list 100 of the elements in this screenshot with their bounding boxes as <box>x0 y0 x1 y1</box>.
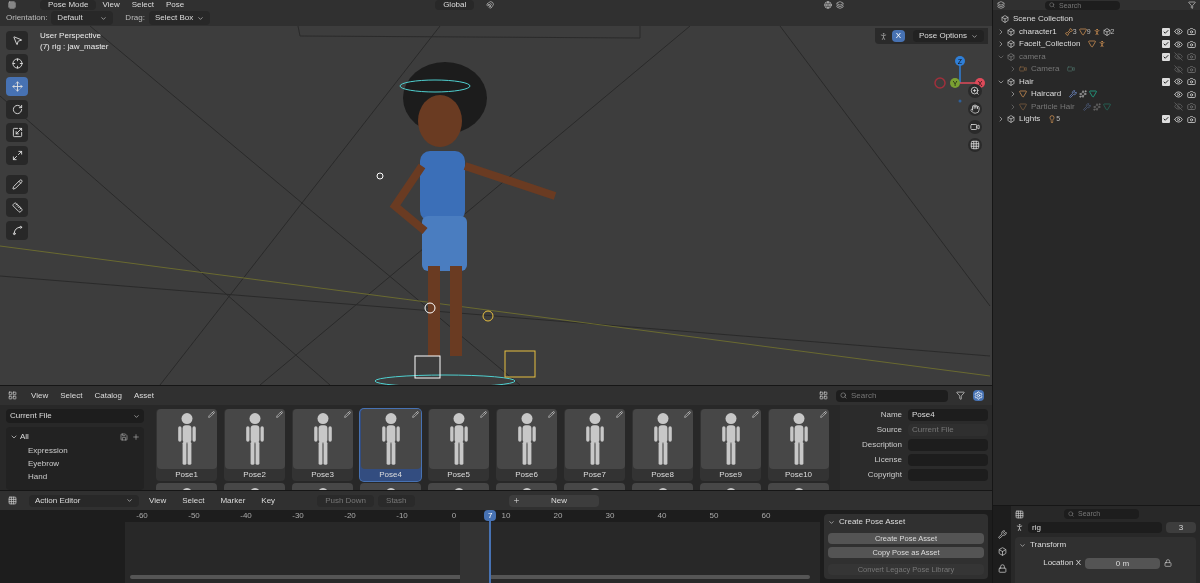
edit-icon[interactable] <box>208 411 215 418</box>
x-mirror-toggle[interactable]: X <box>891 30 905 42</box>
menu-item[interactable]: Catalog <box>88 389 128 402</box>
edit-icon[interactable] <box>684 411 691 418</box>
exclude-checkbox[interactable] <box>1162 40 1170 49</box>
chevron-icon[interactable] <box>971 32 978 40</box>
edit-icon[interactable] <box>412 411 419 418</box>
exclude-checkbox[interactable] <box>1162 52 1170 61</box>
lock-icon[interactable] <box>997 564 1007 573</box>
pose-asset-tile[interactable]: Pose1 <box>156 409 217 481</box>
menu-item[interactable]: View <box>25 389 55 402</box>
outliner-label[interactable]: Hair <box>1019 75 1034 88</box>
pose-asset-tile[interactable]: Pose8 <box>632 409 693 481</box>
disclosure-icon[interactable] <box>1019 541 1026 549</box>
outliner-label[interactable]: Haircard <box>1031 88 1062 101</box>
pose-asset-tile[interactable]: Pose9 <box>700 409 761 481</box>
disclosure-icon[interactable] <box>828 518 835 526</box>
object-name-field[interactable]: rig <box>1028 522 1162 533</box>
eye-icon[interactable] <box>1174 114 1183 124</box>
pose-asset-tile[interactable]: Pose2 <box>224 409 285 481</box>
menu-item[interactable]: Pose <box>159 0 191 11</box>
panel-title[interactable]: Transform <box>1030 539 1067 551</box>
outliner-label[interactable]: character1 <box>1019 25 1057 38</box>
filter-icon[interactable] <box>956 391 965 400</box>
exclude-checkbox[interactable] <box>1162 115 1170 124</box>
chevron-icon[interactable] <box>133 412 140 420</box>
catalog-tree-item[interactable]: Expression <box>28 446 140 456</box>
orientation-dropdown[interactable]: Global <box>435 0 475 10</box>
library-select[interactable]: Current File <box>6 409 144 423</box>
eye-icon[interactable] <box>1174 39 1183 49</box>
pose-options-dropdown[interactable]: Pose Options <box>912 30 984 42</box>
grid-icon[interactable] <box>968 138 982 152</box>
disclosure-icon[interactable] <box>997 27 1005 36</box>
annotate-tool-button[interactable] <box>6 175 28 194</box>
eye-icon[interactable] <box>1174 89 1183 99</box>
pose-asset-tile[interactable]: Pose10 <box>768 409 829 481</box>
cursor-tool-button[interactable] <box>6 54 28 73</box>
hand-icon[interactable] <box>968 102 982 116</box>
exclude-checkbox[interactable] <box>1162 77 1170 86</box>
box-icon[interactable] <box>997 547 1007 556</box>
pose-asset-tile[interactable]: Pose5 <box>428 409 489 481</box>
menu-item[interactable]: Select <box>176 494 211 507</box>
layers-icon[interactable] <box>836 1 845 9</box>
disclosure-icon[interactable] <box>997 40 1005 49</box>
scale-tool-button[interactable] <box>6 123 28 142</box>
edit-icon[interactable] <box>616 411 623 418</box>
exclude-checkbox[interactable] <box>1162 27 1170 36</box>
select-tool-button[interactable] <box>6 31 28 50</box>
catalog-tree-item[interactable]: All <box>20 431 29 443</box>
pose-asset-tile[interactable]: Pose3 <box>292 409 353 481</box>
chevron-icon[interactable] <box>100 14 108 22</box>
edit-icon[interactable] <box>480 411 487 418</box>
search-field[interactable]: Search <box>836 389 948 402</box>
wrench-icon[interactable] <box>997 530 1007 539</box>
menu-item[interactable]: Marker <box>214 494 252 507</box>
rotate-tool-button[interactable] <box>6 100 28 119</box>
settings-icon[interactable] <box>973 390 984 401</box>
outliner-label[interactable]: Facelt_Collection <box>1019 38 1081 51</box>
edit-icon[interactable] <box>820 411 827 418</box>
lock-icon[interactable] <box>1164 559 1172 567</box>
menu-item[interactable]: View <box>143 494 173 507</box>
horizontal-scrollbar[interactable] <box>130 575 810 579</box>
globe-icon[interactable] <box>824 1 833 9</box>
catalog-tree-item[interactable]: Hand <box>28 472 140 482</box>
edit-icon[interactable] <box>548 411 555 418</box>
filter-icon[interactable] <box>1188 1 1196 9</box>
mode-dropdown[interactable]: Pose Mode <box>40 0 97 10</box>
menu-item[interactable]: Asset <box>128 389 161 402</box>
eye-icon[interactable] <box>1174 77 1183 87</box>
menu-item[interactable]: Key <box>255 494 282 507</box>
text-field[interactable]: Pose4 <box>908 409 988 421</box>
magnet-icon[interactable] <box>486 1 495 9</box>
number-field[interactable]: 0 m <box>1085 557 1160 569</box>
edit-icon[interactable] <box>344 411 351 418</box>
save-icon[interactable] <box>120 433 128 441</box>
pose-asset-tile[interactable]: Pose6 <box>496 409 557 481</box>
move-tool-button[interactable] <box>6 77 28 96</box>
outliner-label[interactable]: Lights <box>1019 113 1041 126</box>
transform-tool-button[interactable] <box>6 146 28 165</box>
edit-icon[interactable] <box>276 411 283 418</box>
bone-tool-button[interactable] <box>6 221 28 240</box>
edit-icon[interactable] <box>752 411 759 418</box>
display-mode-icon[interactable] <box>997 1 1005 9</box>
chevron-icon[interactable] <box>197 14 205 22</box>
editor-type-icon[interactable] <box>8 391 17 400</box>
panel-title[interactable]: Create Pose Asset <box>839 516 906 528</box>
editor-type-icon[interactable] <box>1015 509 1024 519</box>
orientation-select[interactable]: Default <box>51 11 114 25</box>
eye-icon[interactable] <box>1174 27 1183 37</box>
menu-item[interactable]: Select <box>54 389 89 402</box>
pose-asset-tile[interactable]: Pose4 <box>360 409 421 481</box>
editor-type-icon[interactable] <box>8 496 17 505</box>
menu-item[interactable]: Select <box>125 0 160 11</box>
measure-tool-button[interactable] <box>6 198 28 217</box>
editor-type-icon[interactable] <box>8 1 16 9</box>
add-icon[interactable] <box>132 433 140 441</box>
drag-select[interactable]: Select Box <box>148 11 211 25</box>
disclosure-icon[interactable] <box>1009 90 1017 99</box>
chevron-icon[interactable] <box>126 497 133 504</box>
menu-item[interactable]: View <box>96 0 126 11</box>
